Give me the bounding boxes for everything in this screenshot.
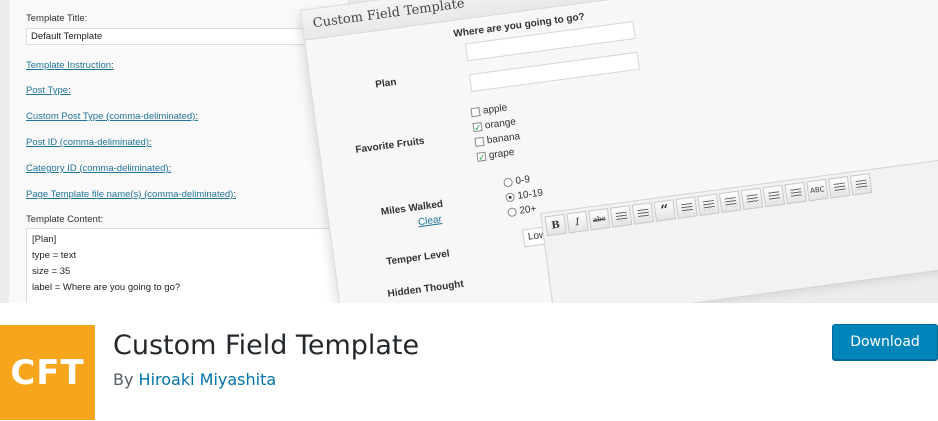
fruit-grape[interactable]: ✓ grape xyxy=(476,147,515,163)
align-center-icon[interactable] xyxy=(697,193,720,216)
miles-0-9[interactable]: 0-9 xyxy=(503,174,531,188)
italic-button[interactable]: I xyxy=(566,210,589,234)
align-left-icon[interactable] xyxy=(675,196,698,219)
content-line: type = text xyxy=(32,250,77,261)
radio-selected-icon xyxy=(505,192,516,203)
bold-button[interactable]: B xyxy=(544,213,567,237)
checkbox-icon xyxy=(474,136,485,147)
strikethrough-button[interactable]: abc xyxy=(588,208,611,231)
post-type-link[interactable]: Post Type: xyxy=(26,85,71,96)
plan-input-2[interactable] xyxy=(468,51,640,93)
plugin-author: By Hiroaki Miyashita xyxy=(113,370,276,389)
content-line: [Plan] xyxy=(32,234,57,245)
rich-text-editor[interactable]: B I abc “ ABC xyxy=(539,154,938,303)
template-content-textarea[interactable]: [Plan] type = text size = 35 label = Whe… xyxy=(26,228,356,303)
plugin-icon-text: CFT xyxy=(10,352,85,393)
custom-field-form-card: Custom Field Template Plan Where are you… xyxy=(300,0,938,303)
temper-level-label: Temper Level xyxy=(385,248,451,268)
by-prefix: By xyxy=(113,370,134,389)
template-settings-panel: Template Title: Default Template Templat… xyxy=(9,0,356,303)
post-id-link[interactable]: Post ID (comma-deliminated): xyxy=(26,137,152,148)
bullet-list-icon[interactable] xyxy=(609,205,633,228)
plugin-title: Custom Field Template xyxy=(113,330,420,361)
author-link[interactable]: Hiroaki Miyashita xyxy=(139,370,277,389)
radio-icon xyxy=(503,177,514,188)
fruit-orange[interactable]: ✓ orange xyxy=(472,116,517,133)
checkmark-icon: ✓ xyxy=(476,151,487,163)
hidden-thought-label: Hidden Thought xyxy=(387,278,465,300)
link-icon[interactable] xyxy=(740,187,764,211)
template-content-label: Template Content: xyxy=(26,214,104,225)
blockquote-icon[interactable]: “ xyxy=(653,199,676,222)
editor-toolbar-row-1: B I abc “ ABC xyxy=(544,173,873,238)
fruits-label: Favorite Fruits xyxy=(354,135,426,156)
custom-post-type-link[interactable]: Custom Post Type (comma-deliminated): xyxy=(26,111,198,122)
category-id-link[interactable]: Category ID (comma-deliminated): xyxy=(26,163,171,174)
align-right-icon[interactable] xyxy=(718,190,742,214)
radio-icon xyxy=(507,207,518,218)
miles-20-plus[interactable]: 20+ xyxy=(507,204,537,219)
fruit-apple[interactable]: apple xyxy=(470,102,508,118)
fruit-banana[interactable]: banana xyxy=(474,131,521,148)
unlink-icon[interactable] xyxy=(762,184,785,208)
checkbox-icon xyxy=(470,106,481,118)
template-title-label: Template Title: xyxy=(26,13,88,24)
template-instruction-link[interactable]: Template Instruction: xyxy=(26,60,114,71)
kitchen-sink-icon[interactable] xyxy=(849,173,873,196)
template-title-input[interactable]: Default Template xyxy=(26,28,326,45)
spellcheck-icon[interactable]: ABC xyxy=(806,178,829,202)
miles-10-19[interactable]: 10-19 xyxy=(505,188,544,204)
card-title: Custom Field Template xyxy=(311,0,466,32)
content-line: label = Where are you going to go? xyxy=(32,282,181,293)
numbered-list-icon[interactable] xyxy=(631,202,655,225)
page-template-link[interactable]: Page Template file name(s) (comma-delimi… xyxy=(26,189,236,200)
download-button[interactable]: Download xyxy=(832,324,938,360)
clear-link[interactable]: Clear xyxy=(417,214,442,228)
content-line: size = 35 xyxy=(32,266,71,277)
more-tag-icon[interactable] xyxy=(784,181,807,205)
plugin-icon: CFT xyxy=(0,325,95,420)
plugin-banner: Template Title: Default Template Templat… xyxy=(0,0,938,303)
fullscreen-icon[interactable] xyxy=(827,176,851,199)
checkmark-icon: ✓ xyxy=(472,121,483,133)
